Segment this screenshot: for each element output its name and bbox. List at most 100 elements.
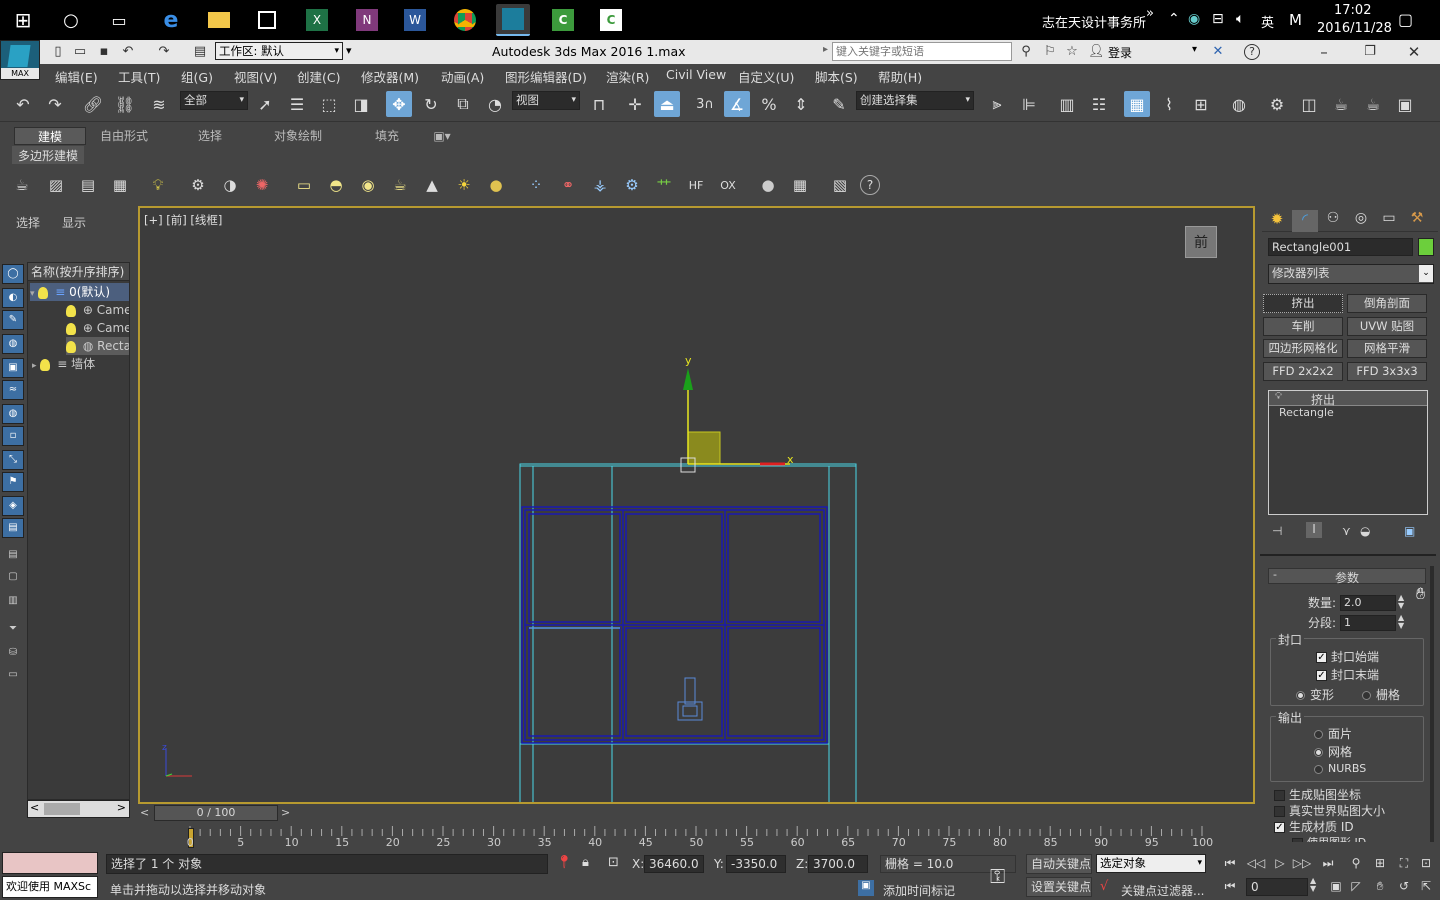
add-time-tag[interactable]: 添加时间标记	[883, 882, 955, 899]
camtasia-recorder-icon[interactable]: C	[594, 4, 628, 36]
redo-icon[interactable]: ↷	[156, 44, 172, 60]
unlink-icon[interactable]: ⛓︎	[112, 91, 138, 117]
panel-scrollbar[interactable]	[1430, 566, 1434, 842]
set-key-button[interactable]: 设置关键点	[1026, 877, 1092, 897]
chrome-icon[interactable]	[448, 4, 482, 36]
zoom-extents-all-icon[interactable]: ⊡	[1416, 854, 1436, 872]
filter-bones-icon[interactable]: ⤡	[2, 450, 24, 470]
tray-chevron-icon[interactable]: ⌃	[1168, 11, 1180, 27]
pan-view-icon[interactable]: ✋︎	[1370, 877, 1390, 895]
zoom-extents-icon[interactable]: ⛶	[1394, 854, 1414, 872]
material-sphere-icon[interactable]: ●	[756, 173, 780, 197]
current-frame-field[interactable]: 0	[1246, 878, 1308, 896]
filter-geometry-icon[interactable]: ◯	[2, 264, 24, 284]
close-button[interactable]: ✕	[1406, 44, 1422, 60]
output-nurbs-radio[interactable]: NURBS	[1314, 762, 1366, 775]
bevel-profile-button[interactable]: 倒角剖面	[1347, 294, 1427, 313]
new-file-icon[interactable]: ▯	[50, 44, 66, 60]
filter-containers-icon[interactable]: ⚑	[2, 472, 24, 492]
menu-modifiers[interactable]: 修改器(M)	[361, 67, 419, 86]
camtasia-icon[interactable]: C	[546, 4, 580, 36]
particles-icon[interactable]: ⁘	[524, 173, 548, 197]
rotate-view-icon[interactable]: ◑	[218, 173, 242, 197]
filter-hidden-icon[interactable]: ▤	[2, 518, 24, 538]
light-bulb-icon[interactable]	[66, 304, 76, 317]
isolate-selection-icon[interactable]: 📍︎	[556, 855, 573, 870]
tray-more-icon[interactable]: »	[1146, 6, 1154, 21]
meshsmooth-button[interactable]: 网格平滑	[1347, 339, 1427, 358]
modify-tab-icon[interactable]: ◜	[1292, 210, 1318, 232]
ffd-2x2x2-button[interactable]: FFD 2x2x2	[1263, 362, 1343, 381]
invert-display-icon[interactable]: ▥	[2, 592, 24, 612]
project-folder-icon[interactable]: ▤	[192, 44, 208, 60]
selection-filter-dropdown[interactable]: 全部 ▾	[180, 91, 248, 110]
segments-spinner[interactable]: 1	[1340, 615, 1396, 631]
extrude-button[interactable]: 挤出	[1263, 294, 1343, 313]
file-explorer-icon[interactable]	[202, 4, 236, 36]
menu-graph-editors[interactable]: 图形编辑器(D)	[505, 67, 587, 86]
restore-button[interactable]: ❐	[1362, 44, 1378, 60]
schematic-view-icon[interactable]: ⊞	[1188, 91, 1214, 117]
selection-lock-icon[interactable]: 🔒︎	[582, 855, 589, 870]
make-unique-icon[interactable]: ⋎	[1342, 524, 1351, 538]
volume-icon[interactable]: 🔈︎	[1236, 11, 1244, 27]
keyboard-shortcut-override-icon[interactable]: ⏏	[654, 91, 680, 117]
cap-start-checkbox[interactable]: ✓ 封口始端	[1316, 648, 1379, 665]
teapot-primitive-icon[interactable]: ☕	[388, 173, 412, 197]
edge-icon[interactable]: e	[154, 4, 188, 36]
teapot-icon[interactable]: ☕	[10, 173, 34, 197]
uvw-map-button[interactable]: UVW 贴图	[1347, 317, 1427, 336]
select-object-icon[interactable]: ➚	[252, 91, 278, 117]
stack-item-extrude[interactable]: 💡︎ 挤出	[1269, 391, 1427, 407]
zoom-icon[interactable]: ⚲	[1346, 854, 1366, 872]
layer-row-wall[interactable]: ▸ ≡ 墙体	[32, 355, 95, 373]
filter-cameras-icon[interactable]: ◍	[2, 334, 24, 354]
spinner-snap-icon[interactable]: ⇕	[788, 91, 814, 117]
pivot-center-icon[interactable]: ⊓	[586, 91, 612, 117]
remove-modifier-icon[interactable]: ◒	[1360, 524, 1370, 538]
amount-spinner[interactable]: 2.0	[1340, 595, 1396, 611]
network-icon[interactable]: ⊟	[1212, 11, 1224, 27]
amount-spinner-arrows-icon[interactable]: ▲ ▼	[1398, 594, 1404, 610]
reference-coord-dropdown[interactable]: 视图 ▾	[512, 91, 580, 110]
modifier-list-dropdown[interactable]: 修改器列表 ⌄	[1268, 264, 1434, 284]
qat-dropdown-icon[interactable]: ▾	[346, 44, 352, 57]
help-icon[interactable]: ?	[860, 175, 880, 195]
select-by-name-icon[interactable]: ☰	[284, 91, 310, 117]
menu-edit[interactable]: 编辑(E)	[55, 67, 98, 86]
excel-icon[interactable]: X	[300, 4, 334, 36]
store-icon[interactable]	[250, 4, 284, 36]
menu-views[interactable]: 视图(V)	[234, 67, 277, 86]
maxscript-mini-listener[interactable]: 欢迎使用 MAXSc	[2, 876, 98, 898]
motion-tab-icon[interactable]: ◎	[1348, 210, 1374, 232]
select-and-scale-icon[interactable]: ⧉	[450, 91, 476, 117]
tab-populate[interactable]: 填充	[356, 127, 418, 145]
grass-icon[interactable]: ⺾	[652, 173, 676, 197]
plane-icon[interactable]: ▭	[292, 173, 316, 197]
list-item[interactable]: ⊕ Came	[66, 319, 129, 337]
cap-end-checkbox[interactable]: ✓ 封口末端	[1316, 666, 1379, 683]
front-viewport[interactable]: [+] [前] [线框] 前 y x z	[138, 206, 1255, 804]
time-slider[interactable]: < 0 / 100 >	[138, 805, 1255, 823]
sun-icon[interactable]: ☀	[452, 173, 476, 197]
next-frame-icon[interactable]: >	[281, 806, 290, 819]
curve-editor-icon[interactable]: ⌇	[1156, 91, 1182, 117]
action-center-icon[interactable]: ▢	[1398, 10, 1413, 29]
edit-named-selection-icon[interactable]: ✎	[826, 91, 852, 117]
grid-radio[interactable]: 栅格	[1362, 686, 1400, 703]
filter-lights-icon[interactable]: ✎	[2, 310, 24, 330]
network-app-icon[interactable]: ◉	[1188, 11, 1200, 27]
ribbon-polygon-modeling[interactable]: 多边形建模	[12, 146, 85, 164]
create-tab-icon[interactable]: ✹	[1264, 210, 1290, 232]
tab-display[interactable]: 显示	[62, 214, 86, 231]
real-world-map-checkbox[interactable]: 真实世界贴图大小	[1274, 802, 1385, 819]
output-mesh-radio[interactable]: 网格	[1314, 743, 1352, 760]
parameters-rollout-header[interactable]: - 参数	[1268, 568, 1426, 585]
object-name-field[interactable]	[1268, 238, 1413, 256]
key-filters-button[interactable]: 关键点过滤器...	[1121, 882, 1204, 899]
y-coordinate-field[interactable]: -3350.0	[726, 855, 786, 873]
material-editor-icon[interactable]: ◍	[1226, 91, 1252, 117]
clock-time[interactable]: 17:02	[1334, 3, 1371, 18]
named-selection-sets[interactable]: 创建选择集 ▾	[856, 91, 974, 110]
key-filter-set-dropdown[interactable]: 选定对象 ▾	[1096, 854, 1206, 873]
